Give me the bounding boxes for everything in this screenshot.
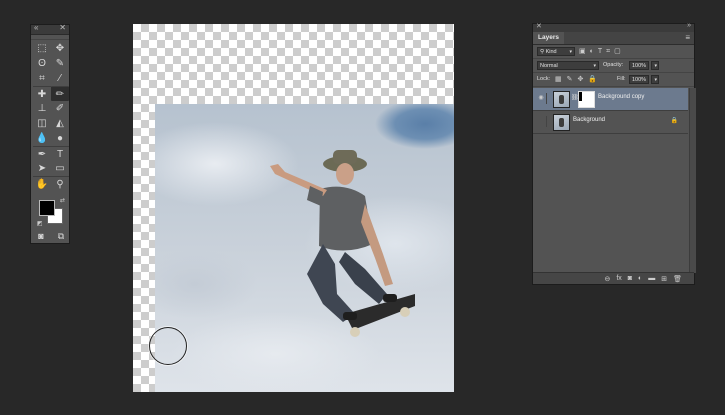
document-canvas[interactable] bbox=[133, 24, 454, 392]
lasso-icon[interactable]: ʘ bbox=[33, 56, 51, 71]
spot-healing-icon[interactable]: ✚ bbox=[33, 86, 51, 101]
collapse-icon[interactable]: « bbox=[34, 23, 38, 32]
blur-icon[interactable]: 💧 bbox=[33, 131, 51, 146]
filter-kind-select[interactable]: ⚲ Kind ▾ bbox=[537, 47, 575, 56]
pen-icon[interactable]: ✒ bbox=[33, 146, 51, 161]
default-colors-icon[interactable]: ◩ bbox=[37, 220, 43, 227]
panel-grip[interactable] bbox=[31, 35, 69, 40]
layer-mask-thumbnail[interactable] bbox=[578, 91, 595, 108]
lock-icons: ▦ ✎ ✥ 🔒 bbox=[555, 75, 597, 84]
tools-panel: « ✕ ⬚ ✥ ʘ ✎ ⌗ ⁄ ✚ ✏ ⊥ ✐ ◫ ◭ 💧 ● ✒ T ➤ ▭ … bbox=[30, 23, 70, 244]
history-brush-icon[interactable]: ✐ bbox=[51, 101, 69, 116]
lock-image-icon[interactable]: ✎ bbox=[567, 75, 573, 84]
layer-name[interactable]: Background copy bbox=[598, 94, 644, 100]
lock-label: Lock: bbox=[537, 76, 551, 82]
rectangle-shape-icon[interactable]: ▭ bbox=[51, 161, 69, 176]
layer-thumbnail bbox=[553, 91, 570, 108]
type-icon[interactable]: T bbox=[51, 146, 69, 161]
blend-opacity-row: Normal ▾ Opacity: 100% ▾ bbox=[533, 59, 694, 73]
hand-icon[interactable]: ✋ bbox=[33, 176, 51, 191]
swap-colors-icon[interactable]: ⇄ bbox=[60, 197, 65, 204]
zoom-icon[interactable]: ⚲ bbox=[51, 176, 69, 191]
close-icon[interactable]: ✕ bbox=[536, 22, 542, 30]
layer-thumbnail bbox=[553, 114, 570, 131]
filter-shape-icon[interactable]: ⌗ bbox=[606, 47, 610, 56]
rectangular-marquee-icon[interactable]: ⬚ bbox=[33, 41, 51, 56]
panel-menu-icon[interactable]: ≡ bbox=[685, 32, 690, 43]
chevron-down-icon: ▾ bbox=[569, 49, 572, 55]
blend-mode-value: Normal bbox=[540, 63, 558, 69]
dodge-icon[interactable]: ● bbox=[51, 131, 69, 146]
filter-kind-label: Kind bbox=[545, 49, 557, 55]
filter-type-icon[interactable]: T bbox=[598, 47, 602, 56]
cloud-sky-photo bbox=[155, 104, 454, 392]
lock-transparent-icon[interactable]: ▦ bbox=[555, 75, 562, 84]
brush-icon[interactable]: ✏ bbox=[51, 86, 69, 101]
layers-bottom-bar: ⊖ fx ◙ ◐ ▬ ⊞ 🗑 bbox=[533, 272, 694, 284]
fill-slider-toggle[interactable]: ▾ bbox=[651, 75, 659, 84]
clone-stamp-icon[interactable]: ⊥ bbox=[33, 101, 51, 116]
opacity-input[interactable]: 100% bbox=[629, 61, 649, 70]
layer-list: ◉ ⛓ Background copy Background 🔒 bbox=[533, 88, 688, 134]
quick-mask-icon[interactable]: ◙ bbox=[33, 231, 49, 242]
eraser-icon[interactable]: ◫ bbox=[33, 116, 51, 131]
lock-fill-row: Lock: ▦ ✎ ✥ 🔒 Fill: 100% ▾ bbox=[533, 73, 694, 87]
fill-input[interactable]: 100% bbox=[629, 75, 649, 84]
new-layer-icon[interactable]: ⊞ bbox=[661, 275, 667, 283]
link-layers-icon[interactable]: ⊖ bbox=[604, 275, 610, 283]
layer-filter-row: ⚲ Kind ▾ ▣ ◐ T ⌗ ▢ bbox=[533, 45, 694, 59]
layer-name[interactable]: Background bbox=[573, 117, 605, 123]
layers-scrollbar[interactable] bbox=[689, 88, 696, 273]
add-mask-icon[interactable]: ◙ bbox=[628, 275, 632, 282]
filter-icons: ▣ ◐ T ⌗ ▢ bbox=[579, 47, 621, 56]
layers-panel: ✕ » Layers ≡ ⚲ Kind ▾ ▣ ◐ T ⌗ ▢ Normal ▾… bbox=[532, 22, 696, 285]
layer-row-background-copy[interactable]: ◉ ⛓ Background copy bbox=[533, 88, 688, 111]
layers-tabbar: Layers ≡ bbox=[533, 32, 694, 45]
tab-layers[interactable]: Layers bbox=[533, 32, 564, 44]
eye-hidden-icon[interactable] bbox=[536, 116, 547, 127]
filter-adjustment-icon[interactable]: ◐ bbox=[590, 47, 594, 56]
foreground-color-swatch[interactable] bbox=[39, 200, 55, 216]
quick-selection-icon[interactable]: ✎ bbox=[51, 56, 69, 71]
fill-label: Fill: bbox=[617, 76, 626, 82]
blend-mode-select[interactable]: Normal ▾ bbox=[537, 61, 599, 70]
paint-bucket-icon[interactable]: ◭ bbox=[51, 116, 69, 131]
filter-pixel-icon[interactable]: ▣ bbox=[579, 47, 586, 56]
close-icon[interactable]: ✕ bbox=[59, 23, 66, 32]
opacity-slider-toggle[interactable]: ▾ bbox=[651, 61, 659, 70]
color-swatches: ⇄ ◩ bbox=[37, 197, 65, 227]
collapse-icon[interactable]: » bbox=[687, 22, 691, 29]
lock-icon: 🔒 bbox=[670, 118, 678, 124]
tools-bottom: ◙ ⧉ bbox=[33, 231, 69, 242]
filter-smart-object-icon[interactable]: ▢ bbox=[614, 47, 621, 56]
crop-icon[interactable]: ⌗ bbox=[33, 71, 51, 86]
screen-mode-icon[interactable]: ⧉ bbox=[53, 231, 69, 242]
skateboarder-figure bbox=[270, 150, 415, 337]
eyedropper-icon[interactable]: ⁄ bbox=[51, 71, 69, 86]
tools-titlebar[interactable]: « ✕ bbox=[31, 23, 69, 35]
fx-icon[interactable]: fx bbox=[616, 275, 621, 282]
group-icon[interactable]: ▬ bbox=[648, 275, 655, 282]
eye-icon[interactable]: ◉ bbox=[536, 93, 547, 104]
adjustment-icon[interactable]: ◐ bbox=[638, 275, 642, 282]
move-icon[interactable]: ✥ bbox=[51, 41, 69, 56]
lock-all-icon[interactable]: 🔒 bbox=[588, 75, 597, 84]
chevron-down-icon: ▾ bbox=[593, 63, 596, 69]
brush-cursor-circle bbox=[149, 327, 187, 365]
trash-icon[interactable]: 🗑 bbox=[673, 275, 682, 283]
path-selection-icon[interactable]: ➤ bbox=[33, 161, 51, 176]
layers-titlebar[interactable]: ✕ » bbox=[533, 22, 694, 32]
lock-position-icon[interactable]: ✥ bbox=[578, 75, 584, 84]
opacity-label: Opacity: bbox=[603, 62, 624, 68]
layer-row-background[interactable]: Background 🔒 bbox=[533, 111, 688, 134]
tool-grid: ⬚ ✥ ʘ ✎ ⌗ ⁄ ✚ ✏ ⊥ ✐ ◫ ◭ 💧 ● ✒ T ➤ ▭ ✋ ⚲ bbox=[33, 41, 69, 191]
